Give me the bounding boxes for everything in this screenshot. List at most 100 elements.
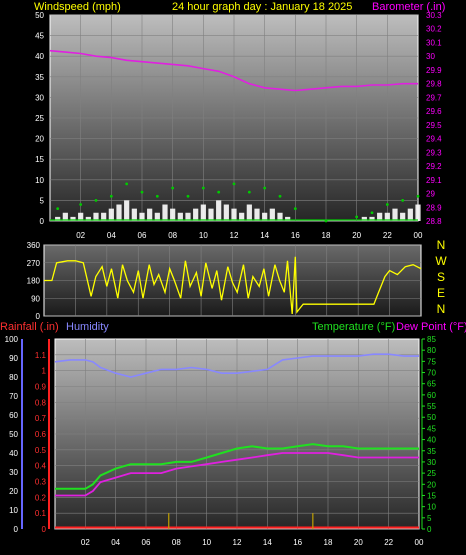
humidity-tick-label: 0 (14, 525, 19, 534)
wind-tick-label: 40 (35, 52, 44, 61)
time-tick-label: 06 (142, 538, 151, 547)
time-tick-label: 18 (322, 231, 331, 240)
gust-point (186, 194, 190, 198)
rainfall-tick-label: 0.9 (35, 383, 47, 392)
time-tick-label: 00 (415, 538, 424, 547)
time-tick-label: 02 (76, 231, 85, 240)
gust-point (385, 203, 389, 206)
compass-letter: S (437, 270, 445, 284)
page-title: 24 hour graph day : January 18 2025 (172, 1, 352, 13)
gust-point (155, 194, 159, 198)
windspeed-axis-label: Windspeed (mph) (34, 1, 121, 13)
temperature-tick-label: 50 (427, 413, 436, 422)
temperature-tick-label: 30 (427, 458, 436, 467)
barometer-tick-label: 29.5 (426, 121, 442, 130)
rainfall-tick-label: 0.8 (35, 398, 47, 407)
wind-tick-label: 5 (40, 196, 45, 205)
wind-bar (170, 208, 176, 221)
time-tick-label: 08 (168, 231, 177, 240)
gust-point (94, 199, 98, 202)
wind-tick-label: 30 (35, 93, 44, 102)
time-tick-label: 10 (202, 538, 211, 547)
gust-point (171, 186, 175, 190)
time-tick-label: 16 (293, 538, 302, 547)
time-tick-label: 08 (172, 538, 181, 547)
gust-point (140, 190, 144, 194)
barometer-tick-label: 30.1 (426, 38, 442, 47)
direction-tick-label: 360 (27, 241, 41, 250)
wind-tick-label: 0 (40, 217, 45, 226)
time-tick-label: 06 (138, 231, 147, 240)
time-tick-label: 22 (384, 538, 393, 547)
time-tick-label: 04 (111, 538, 120, 547)
humidity-tick-label: 50 (9, 430, 18, 439)
gust-point (56, 207, 60, 211)
barometer-tick-label: 30.2 (426, 25, 442, 34)
wind-bar (124, 200, 130, 221)
humidity-tick-label: 30 (9, 468, 18, 477)
time-tick-label: 10 (199, 231, 208, 240)
rainfall-tick-label: 0.2 (35, 493, 47, 502)
temperature-tick-label: 35 (427, 447, 436, 456)
compass-letter: N (437, 238, 446, 252)
gust-point (201, 186, 205, 190)
temperature-tick-label: 40 (427, 436, 436, 445)
rainfall-tick-label: 1 (42, 367, 47, 376)
temperature-tick-label: 60 (427, 391, 436, 400)
rainfall-tick-label: 0 (42, 525, 47, 534)
wind-bar (254, 208, 260, 221)
weather-graph: Windspeed (mph) 24 hour graph day : Janu… (0, 1, 466, 547)
direction-tick-label: 270 (27, 259, 41, 268)
wind-tick-label: 10 (35, 176, 44, 185)
temperature-tick-label: 45 (427, 424, 436, 433)
compass-labels: NWSEN (435, 238, 447, 316)
humidity-tick-label: 60 (9, 411, 18, 420)
gust-point (247, 190, 251, 194)
humidity-tick-label: 40 (9, 449, 18, 458)
humidity-tick-label: 20 (9, 487, 18, 496)
wind-bar (162, 204, 168, 221)
time-tick-label: 20 (352, 231, 361, 240)
time-tick-label: 20 (354, 538, 363, 547)
wind-tick-label: 35 (35, 73, 44, 82)
temperature-tick-label: 0 (427, 525, 432, 534)
humidity-axis-label: Humidity (66, 321, 109, 333)
wind-tick-label: 50 (35, 11, 44, 20)
temperature-tick-label: 25 (427, 469, 436, 478)
barometer-tick-label: 29.2 (426, 162, 442, 171)
time-tick-label: 14 (263, 538, 272, 547)
wind-bar (231, 208, 237, 221)
wind-bar (200, 204, 206, 221)
wind-bar (216, 200, 222, 221)
time-tick-label: 16 (291, 231, 300, 240)
barometer-tick-label: 28.8 (426, 217, 442, 226)
gust-point (109, 194, 113, 198)
humidity-tick-label: 100 (5, 335, 19, 344)
rainfall-tick-label: 0.3 (35, 478, 47, 487)
wind-tick-label: 15 (35, 155, 44, 164)
barometer-tick-label: 29.1 (426, 176, 442, 185)
wind-tick-label: 20 (35, 135, 44, 144)
temperature-tick-label: 80 (427, 346, 436, 355)
time-tick-label: 12 (233, 538, 242, 547)
barometer-tick-label: 28.9 (426, 203, 442, 212)
temperature-axis-label: Temperature (°F) (312, 321, 395, 333)
wind-bar (131, 208, 137, 221)
temperature-tick-label: 65 (427, 380, 436, 389)
wind-bar (193, 208, 199, 221)
compass-letter: E (437, 286, 445, 300)
rainfall-tick-label: 0.5 (35, 446, 47, 455)
gust-point (293, 207, 297, 211)
time-tick-label: 18 (324, 538, 333, 547)
barometer-tick-label: 29.6 (426, 107, 442, 116)
wind-bar (223, 204, 229, 221)
temperature-tick-label: 75 (427, 357, 436, 366)
compass-letter: W (435, 254, 447, 268)
barometer-tick-label: 30.3 (426, 11, 442, 20)
barometer-tick-label: 29.9 (426, 66, 442, 75)
barometer-tick-label: 29.4 (426, 135, 442, 144)
wind-bar (392, 208, 398, 221)
rainfall-tick-label: 0.7 (35, 414, 47, 423)
gust-point (79, 203, 83, 206)
rainfall-tick-label: 1.1 (35, 351, 47, 360)
